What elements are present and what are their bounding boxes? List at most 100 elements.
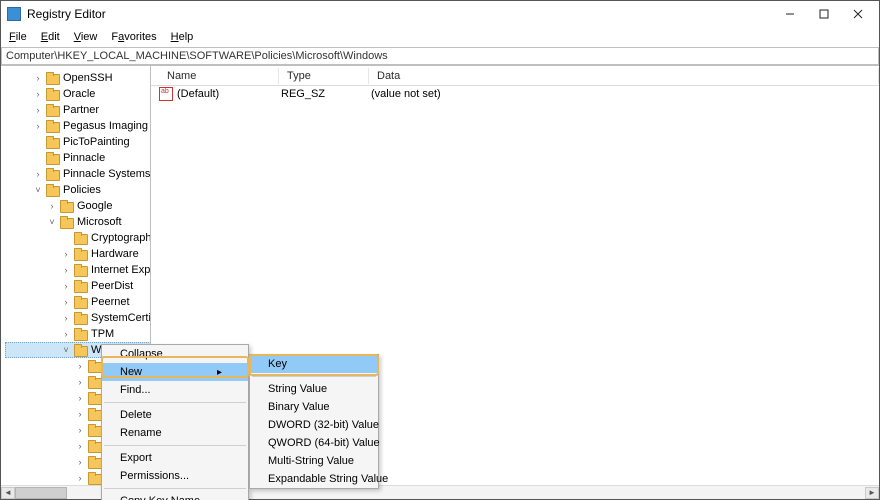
menu-item[interactable]: Export — [102, 449, 248, 467]
column-headers: Name Type Data — [151, 66, 879, 86]
menu-item-label: New — [120, 366, 142, 378]
chevron-right-icon[interactable]: › — [75, 473, 85, 483]
tree-item[interactable]: › OpenSSH — [5, 70, 151, 86]
tree-item[interactable]: PicToPainting — [5, 134, 151, 150]
menu-item[interactable]: QWORD (64-bit) Value — [250, 434, 378, 452]
address-text: Computer\HKEY_LOCAL_MACHINE\SOFTWARE\Pol… — [6, 50, 388, 62]
menu-item-label: DWORD (32-bit) Value — [268, 419, 379, 431]
tree-item-label: Hardware — [91, 248, 139, 260]
chevron-down-icon[interactable]: ˅ — [61, 345, 71, 355]
menu-bar: File Edit View Favorites Help — [1, 27, 879, 47]
chevron-right-icon[interactable]: › — [75, 457, 85, 467]
folder-icon — [46, 168, 60, 180]
menu-separator — [104, 402, 246, 403]
chevron-down-icon[interactable]: ˅ — [47, 217, 57, 227]
tree-item[interactable]: Pinnacle — [5, 150, 151, 166]
chevron-right-icon[interactable]: › — [61, 297, 71, 307]
menu-help[interactable]: Help — [171, 31, 194, 43]
menu-favorites[interactable]: Favorites — [111, 31, 156, 43]
tree-item[interactable]: › Partner — [5, 102, 151, 118]
folder-icon — [88, 472, 102, 484]
horizontal-scrollbar[interactable]: ◄ ► — [1, 485, 879, 499]
menu-item[interactable]: String Value — [250, 380, 378, 398]
chevron-right-icon[interactable]: › — [33, 105, 43, 115]
folder-icon — [88, 440, 102, 452]
chevron-right-icon[interactable]: › — [61, 265, 71, 275]
tree-item[interactable]: ›PeerDist — [5, 278, 151, 294]
col-name[interactable]: Name — [159, 68, 279, 84]
tree-item[interactable]: › Hardware — [5, 246, 151, 262]
menu-item[interactable]: Key — [250, 355, 378, 373]
chevron-down-icon[interactable]: ˅ — [33, 185, 43, 195]
tree-item-label: Partner — [63, 104, 99, 116]
tree-item-label: Pegasus Imaging — [63, 120, 148, 132]
tree-item-label: OpenSSH — [63, 72, 113, 84]
menu-item-label: String Value — [268, 383, 327, 395]
tree-item[interactable]: ›Google — [5, 198, 151, 214]
tree-item[interactable]: ›SystemCertificates — [5, 310, 151, 326]
tree-item-label: Peernet — [91, 296, 130, 308]
chevron-right-icon[interactable]: › — [75, 441, 85, 451]
chevron-right-icon[interactable]: › — [75, 409, 85, 419]
value-row[interactable]: (Default) REG_SZ (value not set) — [159, 86, 879, 102]
tree-item[interactable]: › Peernet — [5, 294, 151, 310]
scroll-left-button[interactable]: ◄ — [1, 487, 15, 499]
menu-edit[interactable]: Edit — [41, 31, 60, 43]
tree-item[interactable]: ›TPM — [5, 326, 151, 342]
scroll-thumb[interactable] — [15, 487, 67, 499]
address-bar[interactable]: Computer\HKEY_LOCAL_MACHINE\SOFTWARE\Pol… — [1, 47, 879, 65]
tree-item[interactable]: ›Internet Explorer — [5, 262, 151, 278]
menu-item[interactable]: Rename — [102, 424, 248, 442]
menu-item-label: Rename — [120, 427, 162, 439]
folder-icon — [74, 328, 88, 340]
menu-file[interactable]: File — [9, 31, 27, 43]
chevron-right-icon[interactable]: › — [61, 313, 71, 323]
close-button[interactable] — [841, 3, 875, 25]
chevron-right-icon[interactable]: › — [33, 73, 43, 83]
chevron-right-icon[interactable]: › — [61, 281, 71, 291]
tree-item[interactable]: ˅Microsoft — [5, 214, 151, 230]
chevron-right-icon[interactable]: › — [75, 425, 85, 435]
menu-item[interactable]: Permissions... — [102, 467, 248, 485]
chevron-right-icon[interactable]: › — [33, 89, 43, 99]
tree-item[interactable]: ˅ Policies — [5, 182, 151, 198]
col-data[interactable]: Data — [369, 68, 879, 84]
menu-item[interactable]: Delete — [102, 406, 248, 424]
app-icon — [7, 7, 21, 21]
menu-item-label: Key — [268, 358, 287, 370]
tree-item-label: Oracle — [63, 88, 95, 100]
menu-item[interactable]: New▸ — [102, 363, 248, 381]
menu-item-label: Expandable String Value — [268, 473, 388, 485]
tree-item[interactable]: › Pegasus Imaging — [5, 118, 151, 134]
menu-item[interactable]: Collapse — [102, 345, 248, 363]
chevron-right-icon[interactable]: › — [61, 249, 71, 259]
scroll-right-button[interactable]: ► — [865, 487, 879, 499]
folder-icon — [74, 296, 88, 308]
chevron-right-icon[interactable]: › — [75, 361, 85, 371]
minimize-button[interactable] — [773, 3, 807, 25]
menu-item[interactable]: Multi-String Value — [250, 452, 378, 470]
menu-item[interactable]: Expandable String Value — [250, 470, 378, 488]
chevron-right-icon[interactable]: › — [75, 377, 85, 387]
value-name: (Default) — [177, 88, 281, 100]
folder-icon — [46, 152, 60, 164]
tree-item-label: Policies — [63, 184, 101, 196]
menu-item[interactable]: DWORD (32-bit) Value — [250, 416, 378, 434]
chevron-right-icon[interactable]: › — [33, 169, 43, 179]
menu-view[interactable]: View — [74, 31, 98, 43]
folder-icon — [74, 280, 88, 292]
window: Registry Editor File Edit View Favorites… — [0, 0, 880, 500]
chevron-right-icon[interactable]: › — [47, 201, 57, 211]
tree-item[interactable]: Cryptography — [5, 230, 151, 246]
menu-item[interactable]: Find... — [102, 381, 248, 399]
context-menu: CollapseNew▸Find... Delete Rename ExportPer… — [101, 344, 249, 500]
col-type[interactable]: Type — [279, 68, 369, 84]
menu-item[interactable]: Binary Value — [250, 398, 378, 416]
chevron-right-icon[interactable]: › — [33, 121, 43, 131]
maximize-button[interactable] — [807, 3, 841, 25]
scroll-track[interactable] — [15, 487, 865, 499]
chevron-right-icon[interactable]: › — [61, 329, 71, 339]
chevron-right-icon[interactable]: › — [75, 393, 85, 403]
tree-item[interactable]: › Oracle — [5, 86, 151, 102]
tree-item[interactable]: ›Pinnacle Systems — [5, 166, 151, 182]
